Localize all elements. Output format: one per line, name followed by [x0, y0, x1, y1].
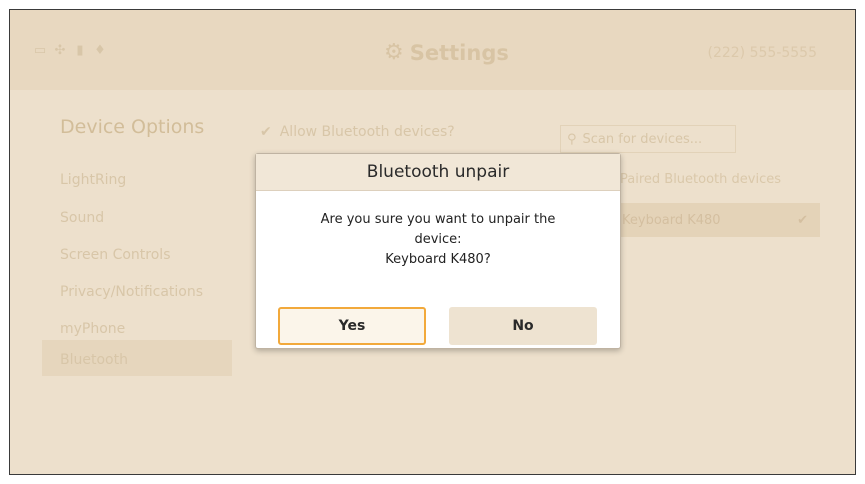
- header-bar: ▭ ✣ ▮ ♦ ⚙ Settings (222) 555-5555: [10, 10, 855, 90]
- search-icon: ⚲: [567, 131, 577, 147]
- page-title: ⚙ Settings: [384, 40, 509, 65]
- dialog-title: Bluetooth unpair: [256, 154, 620, 191]
- display-icon: ▭: [33, 43, 47, 58]
- yes-button[interactable]: Yes: [278, 307, 426, 345]
- sidebar-item-privacy-notifications[interactable]: Privacy/Notifications: [60, 284, 203, 300]
- settings-screen: ▭ ✣ ▮ ♦ ⚙ Settings (222) 555-5555 Device…: [9, 9, 856, 475]
- sidebar-item-lightring[interactable]: LightRing: [60, 172, 126, 188]
- paired-devices-label: Paired Bluetooth devices: [620, 172, 781, 187]
- checkmark-icon: ✔: [797, 212, 808, 228]
- dialog-message-line: device:: [414, 232, 462, 247]
- checkmark-icon: ✔: [260, 124, 272, 140]
- unpair-dialog: Bluetooth unpair Are you sure you want t…: [255, 153, 621, 349]
- sidebar-title: Device Options: [60, 116, 205, 138]
- scan-label: Scan for devices...: [582, 131, 703, 147]
- gear-icon: ⚙: [384, 40, 404, 65]
- dialog-message-line: Keyboard K480?: [385, 252, 491, 267]
- page-title-label: Settings: [409, 40, 509, 65]
- arrows-icon: ✣: [54, 43, 66, 58]
- camera-icon: ▮: [76, 43, 84, 58]
- sidebar-item-myphone[interactable]: myPhone: [60, 321, 125, 337]
- paired-device-name: Keyboard K480: [622, 212, 721, 228]
- no-button[interactable]: No: [449, 307, 597, 345]
- microphone-icon: ♦: [94, 43, 106, 58]
- allow-bluetooth-label: Allow Bluetooth devices?: [279, 124, 455, 140]
- status-icons: ▭ ✣ ▮ ♦: [33, 43, 107, 58]
- dialog-message: Are you sure you want to unpair the devi…: [256, 210, 620, 270]
- sidebar-item-sound[interactable]: Sound: [60, 210, 104, 226]
- scan-button[interactable]: ⚲ Scan for devices...: [560, 125, 736, 153]
- sidebar-item-bluetooth[interactable]: Bluetooth: [60, 352, 128, 368]
- allow-bluetooth-toggle[interactable]: ✔ Allow Bluetooth devices?: [260, 124, 455, 140]
- phone-number: (222) 555-5555: [707, 45, 818, 61]
- sidebar-item-screen-controls[interactable]: Screen Controls: [60, 247, 170, 263]
- dialog-message-line: Are you sure you want to unpair the: [320, 212, 556, 227]
